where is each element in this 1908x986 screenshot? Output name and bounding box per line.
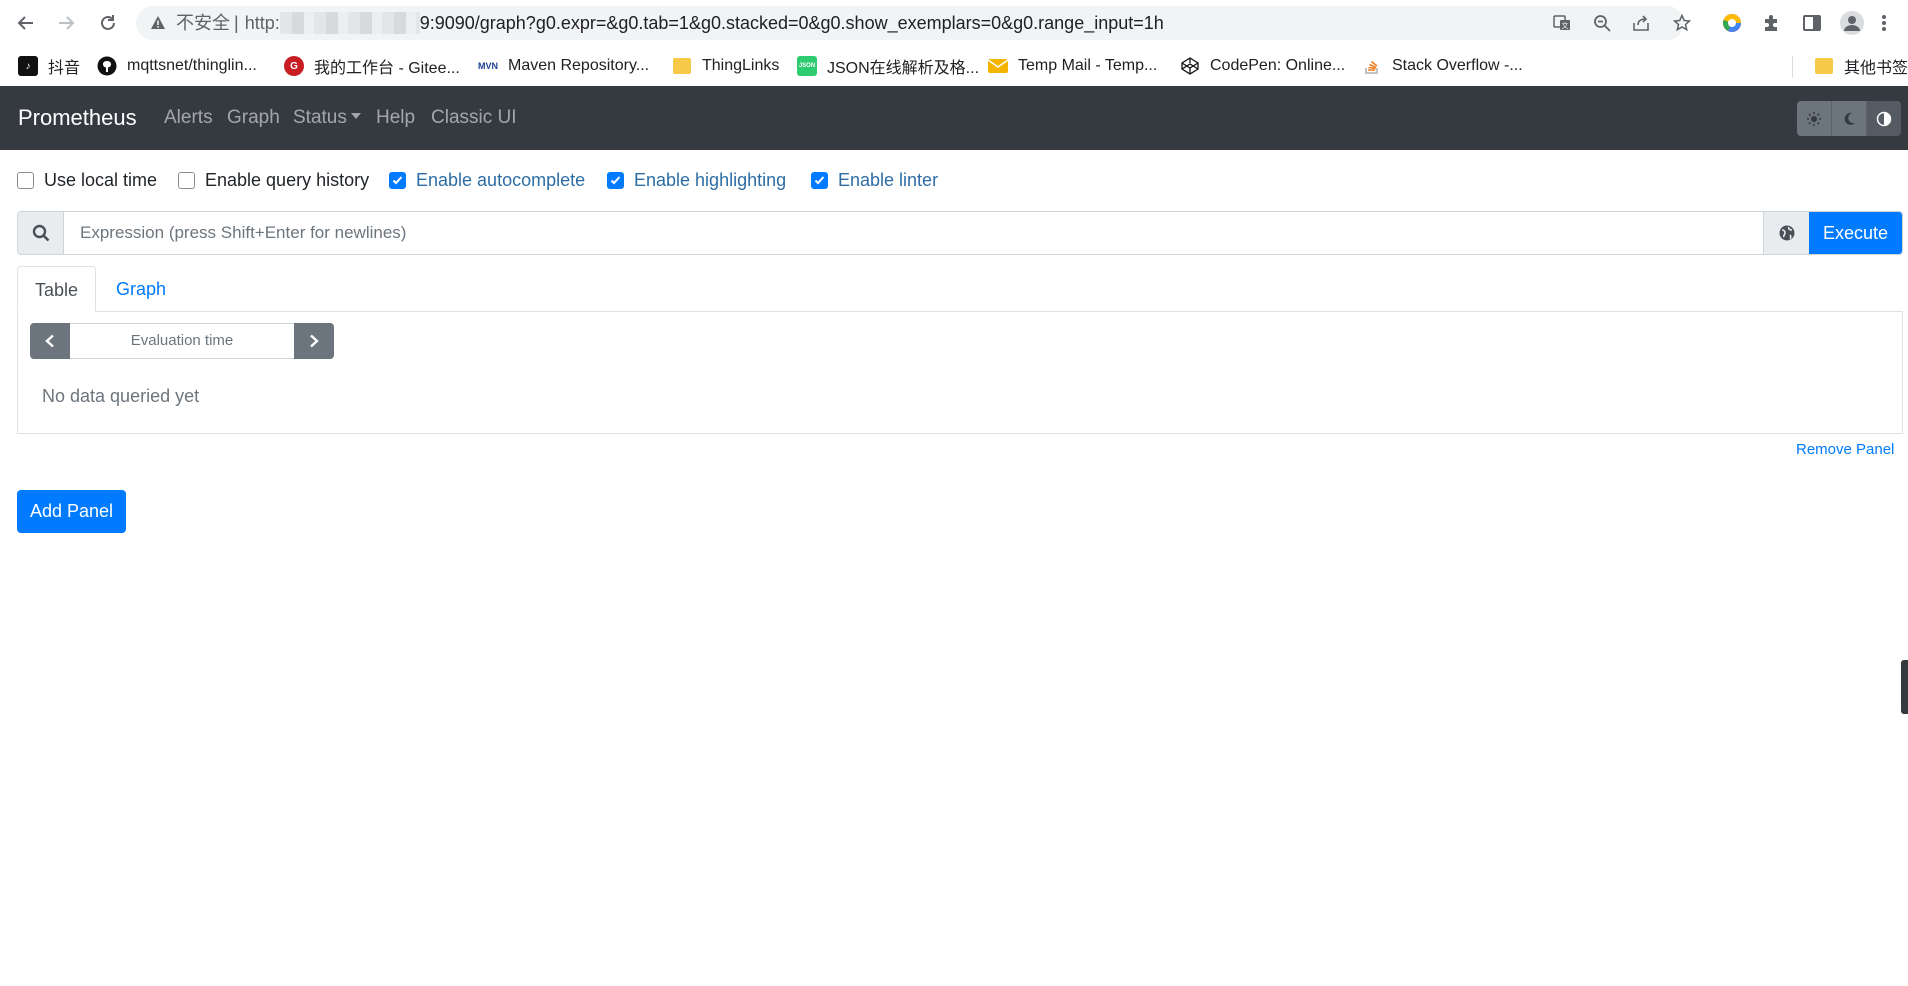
svg-text:文: 文 <box>1562 21 1569 30</box>
checkmark-icon <box>610 175 621 184</box>
auto-theme-button[interactable] <box>1867 101 1901 136</box>
globe-icon <box>1779 225 1794 241</box>
folder-icon <box>672 56 692 76</box>
bookmark-maven[interactable]: MVN Maven Repository... <box>478 54 649 78</box>
share-icon[interactable] <box>1630 12 1652 34</box>
tiktok-icon: ♪ <box>18 56 38 76</box>
mvn-icon: MVN <box>478 61 498 71</box>
use-local-time-checkbox[interactable] <box>17 171 34 189</box>
checkmark-icon <box>392 175 403 184</box>
evaluation-time-group: Evaluation time <box>30 323 334 359</box>
query-history-option[interactable]: Enable query history <box>178 168 369 192</box>
next-time-button[interactable] <box>294 323 334 359</box>
nav-status[interactable]: Status <box>293 86 361 150</box>
caret-down-icon <box>350 113 361 119</box>
bookmark-codepen[interactable]: CodePen: Online... <box>1180 54 1345 78</box>
profile-avatar-icon[interactable] <box>1840 11 1864 35</box>
metrics-explorer-button[interactable] <box>1763 212 1809 254</box>
nav-classic-ui[interactable]: Classic UI <box>431 86 517 150</box>
remove-panel-link[interactable]: Remove Panel <box>1796 441 1894 458</box>
nav-alerts[interactable]: Alerts <box>164 86 213 150</box>
execute-button[interactable]: Execute <box>1809 212 1902 254</box>
json-icon: JSON <box>797 56 817 76</box>
bookmark-gitee[interactable]: G 我的工作台 - Gitee... <box>284 54 460 78</box>
sidepanel-icon[interactable] <box>1800 11 1824 35</box>
use-local-time-option[interactable]: Use local time <box>17 168 157 192</box>
back-arrow-icon[interactable] <box>14 11 38 35</box>
bookmark-divider <box>1792 56 1793 78</box>
codepen-icon <box>1180 56 1200 76</box>
linter-option[interactable]: Enable linter <box>811 168 938 192</box>
highlighting-checkbox[interactable] <box>607 171 624 189</box>
checkmark-icon <box>814 175 825 184</box>
expression-bar: Execute <box>17 211 1903 255</box>
security-label[interactable]: 不安全 <box>176 13 230 33</box>
bookmark-other[interactable]: 其他书签 <box>1814 54 1908 78</box>
translate-icon[interactable]: 文 <box>1551 12 1573 34</box>
nav-help[interactable]: Help <box>376 86 415 150</box>
search-icon <box>18 212 64 254</box>
tab-table[interactable]: Table <box>17 266 96 312</box>
folder-icon <box>1814 56 1834 76</box>
bookmark-tiktok[interactable]: ♪ 抖音 <box>18 54 80 78</box>
bookmark-thinglinks[interactable]: ThingLinks <box>672 54 779 78</box>
bookmarks-bar: ♪ 抖音 mqttsnet/thinglin... G 我的工作台 - Gite… <box>0 46 1908 86</box>
redacted-host <box>279 12 420 34</box>
scrollbar-thumb[interactable] <box>1901 660 1908 714</box>
star-icon[interactable] <box>1671 12 1693 34</box>
tab-graph[interactable]: Graph <box>98 266 184 312</box>
chevron-right-icon <box>310 334 319 348</box>
browser-toolbar: 不安全 | http: 9:9090/graph?g0.expr=&g0.tab=1&… <box>0 0 1908 46</box>
zoom-icon[interactable] <box>1591 12 1613 34</box>
bookmark-tempmail[interactable]: Temp Mail - Temp... <box>988 54 1157 78</box>
github-icon <box>97 56 117 76</box>
query-history-checkbox[interactable] <box>178 171 195 189</box>
autocomplete-checkbox[interactable] <box>389 171 406 189</box>
forward-arrow-icon[interactable] <box>54 11 78 35</box>
chrome-extension-icon[interactable] <box>1720 11 1744 35</box>
autocomplete-option[interactable]: Enable autocomplete <box>389 168 585 192</box>
sun-icon <box>1807 111 1821 126</box>
reload-icon[interactable] <box>96 11 120 35</box>
half-circle-icon <box>1876 111 1892 126</box>
address-bar[interactable]: 不安全 | http: 9:9090/graph?g0.expr=&g0.tab=1&… <box>136 6 1691 40</box>
gitee-icon: G <box>284 56 304 76</box>
puzzle-icon[interactable] <box>1760 11 1784 35</box>
brand-link[interactable]: Prometheus <box>18 86 137 150</box>
linter-checkbox[interactable] <box>811 171 828 189</box>
bookmark-json[interactable]: JSON JSON在线解析及格... <box>797 54 979 78</box>
bookmark-stackoverflow[interactable]: Stack Overflow -... <box>1362 54 1523 78</box>
theme-toggle-group <box>1797 101 1901 136</box>
empty-state-message: No data queried yet <box>42 386 200 406</box>
chevron-left-icon <box>45 334 54 348</box>
mail-icon <box>988 56 1008 76</box>
kebab-menu-icon[interactable] <box>1872 11 1896 35</box>
expression-input[interactable] <box>64 212 1763 254</box>
nav-graph[interactable]: Graph <box>227 86 280 150</box>
query-panel: Evaluation time No data queried yet <box>17 311 1903 434</box>
highlighting-option[interactable]: Enable highlighting <box>607 168 786 192</box>
url-scheme: http: <box>244 13 280 33</box>
url-path: 9:9090/graph?g0.expr=&g0.tab=1&g0.stacke… <box>419 13 1164 33</box>
previous-time-button[interactable] <box>30 323 70 359</box>
prometheus-navbar: Prometheus Alerts Graph Status Help Clas… <box>0 86 1908 150</box>
add-panel-button[interactable]: Add Panel <box>17 490 126 533</box>
dark-theme-button[interactable] <box>1832 101 1867 136</box>
moon-icon <box>1844 112 1855 125</box>
light-theme-button[interactable] <box>1797 101 1832 136</box>
bookmark-github[interactable]: mqttsnet/thinglin... <box>97 54 257 78</box>
stackoverflow-icon <box>1362 56 1382 76</box>
evaluation-time-input[interactable]: Evaluation time <box>70 323 294 359</box>
warning-icon <box>150 15 166 36</box>
